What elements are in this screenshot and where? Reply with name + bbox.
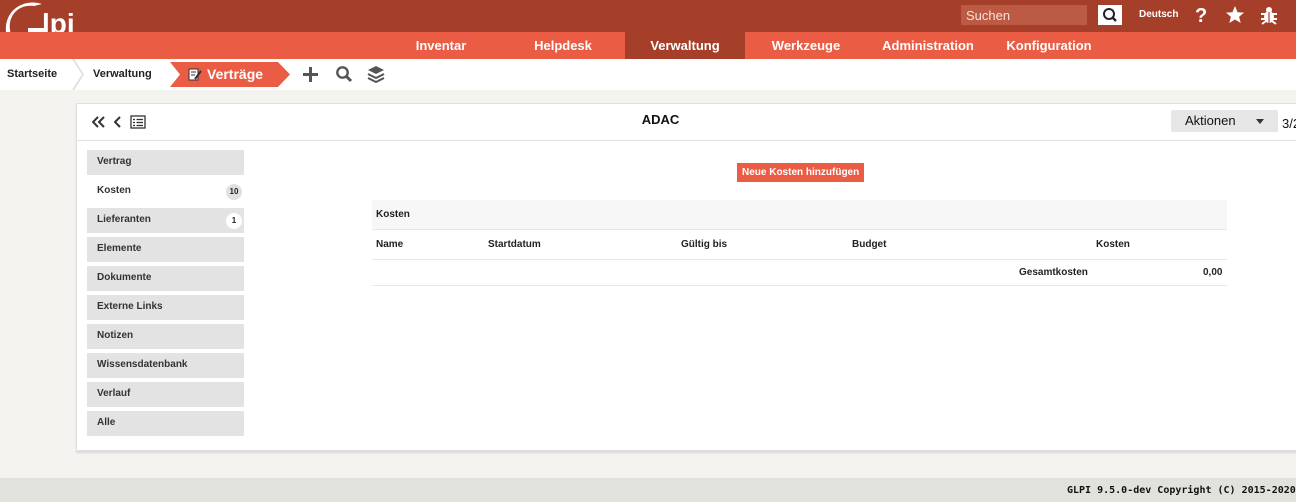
tab-alle[interactable]: Alle: [87, 411, 244, 436]
tab-label: Lieferanten: [97, 214, 151, 225]
column-header-budget[interactable]: Budget: [852, 239, 886, 250]
tab-label: Elemente: [97, 243, 142, 254]
item-header: ADAC Aktionen 3/2: [77, 104, 1296, 141]
tab-dokumente[interactable]: Dokumente: [87, 266, 244, 291]
svg-text:?: ?: [1195, 5, 1207, 26]
search-icon: [1103, 8, 1117, 22]
actions-dropdown[interactable]: Aktionen: [1171, 110, 1278, 132]
search-input[interactable]: [961, 5, 1087, 25]
tab-label: Wissensdatenbank: [97, 359, 188, 370]
menu-item-inventar[interactable]: Inventar: [400, 32, 482, 59]
tab-label: Vertrag: [97, 156, 132, 167]
caret-down-icon: [1256, 119, 1264, 124]
menu-item-administration[interactable]: Administration: [868, 32, 988, 59]
tab-label: Dokumente: [97, 272, 152, 283]
column-header-startdatum[interactable]: Startdatum: [488, 239, 541, 250]
breadcrumb-separator: [72, 59, 84, 90]
table-header-row: Name Startdatum Gültig bis Budget Kosten: [372, 230, 1227, 260]
tab-lieferanten[interactable]: Lieferanten 1: [87, 208, 244, 233]
menu-item-verwaltung[interactable]: Verwaltung: [625, 32, 745, 59]
menu-item-werkzeuge[interactable]: Werkzeuge: [756, 32, 856, 59]
count-badge: 10: [226, 184, 242, 200]
search-box: [961, 5, 1122, 25]
total-value: 0,00: [1203, 267, 1223, 278]
column-header-kosten[interactable]: Kosten: [1096, 239, 1130, 250]
total-label: Gesamtkosten: [1019, 267, 1088, 278]
help-icon[interactable]: ?: [1191, 4, 1213, 26]
total-row: Gesamtkosten 0,00: [372, 260, 1227, 286]
search-icon[interactable]: [335, 65, 353, 83]
layers-icon[interactable]: [367, 65, 385, 83]
bug-icon[interactable]: [1258, 4, 1280, 26]
tab-wissensdatenbank[interactable]: Wissensdatenbank: [87, 353, 244, 378]
menu-item-konfiguration[interactable]: Konfiguration: [995, 32, 1103, 59]
breadcrumb: Startseite Verwaltung Verträge: [0, 59, 1296, 90]
table-caption-text: Kosten: [376, 209, 410, 220]
language-selector[interactable]: Deutsch: [1139, 9, 1178, 20]
tab-verlauf[interactable]: Verlauf: [87, 382, 244, 407]
column-header-name[interactable]: Name: [376, 239, 403, 250]
star-icon[interactable]: [1224, 4, 1246, 26]
copyright-text: GLPI 9.5.0-dev Copyright (C) 2015-2020: [1067, 485, 1296, 496]
breadcrumb-startseite[interactable]: Startseite: [7, 59, 57, 90]
breadcrumb-current[interactable]: Verträge: [207, 61, 263, 92]
tab-label: Notizen: [97, 330, 134, 341]
plus-icon[interactable]: [302, 66, 319, 83]
main-menu: Inventar Helpdesk Verwaltung Werkzeuge A…: [0, 32, 1296, 59]
breadcrumb-verwaltung[interactable]: Verwaltung: [93, 59, 152, 90]
footer: GLPI 9.5.0-dev Copyright (C) 2015-2020: [0, 478, 1296, 502]
column-header-gueltig-bis[interactable]: Gültig bis: [681, 239, 727, 250]
table-caption: Kosten: [372, 200, 1227, 230]
add-cost-button[interactable]: Neue Kosten hinzufügen: [737, 163, 865, 182]
tab-notizen[interactable]: Notizen: [87, 324, 244, 349]
tab-label: Externe Links: [97, 301, 163, 312]
search-button[interactable]: [1098, 5, 1122, 25]
item-title: ADAC: [641, 112, 680, 127]
actions-label: Aktionen: [1185, 113, 1236, 128]
tab-kosten[interactable]: Kosten 10: [87, 179, 244, 204]
top-bar: lpi Deutsch ?: [0, 0, 1296, 56]
tab-externe-links[interactable]: Externe Links: [87, 295, 244, 320]
contract-icon: [188, 68, 202, 81]
tab-label: Kosten: [97, 185, 131, 196]
tab-vertrag[interactable]: Vertrag: [87, 150, 244, 175]
tab-elemente[interactable]: Elemente: [87, 237, 244, 262]
menu-item-helpdesk[interactable]: Helpdesk: [518, 32, 608, 59]
tab-label: Alle: [97, 417, 116, 428]
tab-label: Verlauf: [97, 388, 131, 399]
item-panel: ADAC Aktionen 3/2 Vertrag Kosten 10 Lief…: [76, 103, 1296, 451]
costs-table: Kosten Name Startdatum Gültig bis Budget…: [372, 200, 1227, 286]
item-pager: 3/2: [1282, 116, 1296, 131]
count-badge: 1: [226, 213, 242, 229]
